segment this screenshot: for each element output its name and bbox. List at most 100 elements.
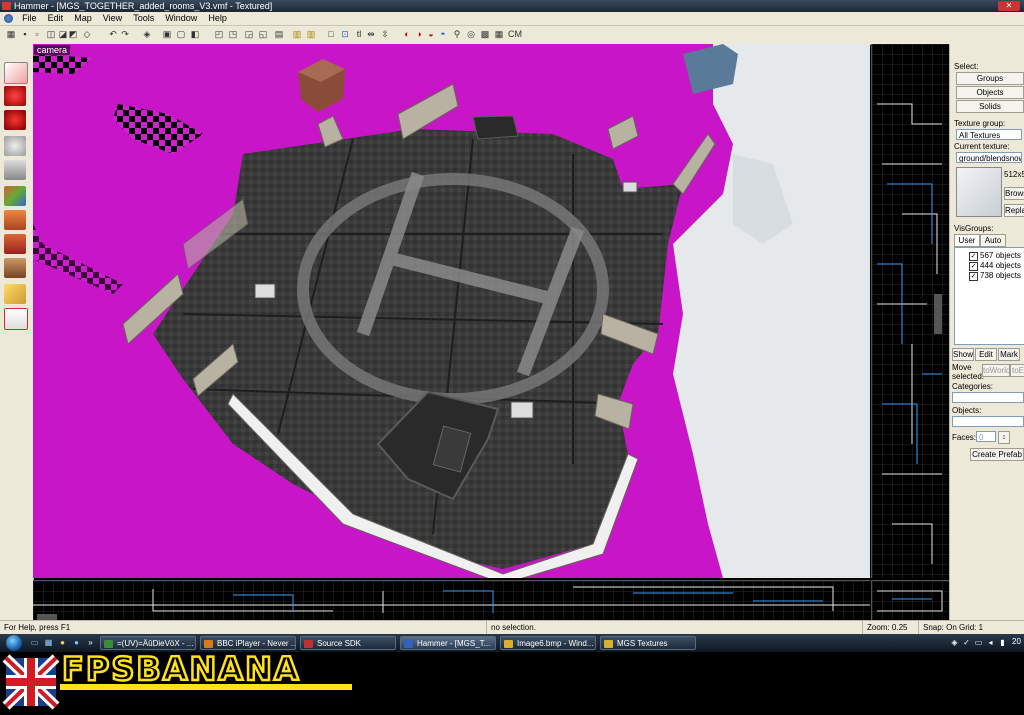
apply-current-texture-icon[interactable]: [4, 210, 26, 230]
clipping-tool-icon[interactable]: [4, 284, 26, 304]
faces-spinner[interactable]: ↕: [998, 431, 1010, 444]
texture-lock-icon[interactable]: ▥: [292, 29, 302, 39]
show-desktop-icon[interactable]: ▭: [30, 638, 39, 647]
select-solids-button[interactable]: Solids: [956, 100, 1024, 113]
decal-tool-icon[interactable]: [4, 234, 26, 254]
hide-selected-icon[interactable]: ◐: [402, 29, 412, 39]
taskbar-item[interactable]: =(UV)=ÄûDieVöX - ...: [100, 636, 196, 650]
group-icon[interactable]: ▣: [162, 29, 172, 39]
visgroups-tab-user[interactable]: User: [954, 234, 980, 247]
menu-edit[interactable]: Edit: [44, 12, 68, 25]
menu-file[interactable]: File: [18, 12, 41, 25]
tray-security-icon[interactable]: ✓: [962, 638, 971, 647]
select-by-handles-icon[interactable]: ⊡: [340, 29, 350, 39]
taskbar-item[interactable]: MGS Textures: [600, 636, 696, 650]
current-texture-select[interactable]: ground/blendsnow_a: [956, 152, 1022, 163]
redo-icon[interactable]: ↷: [120, 29, 130, 39]
flip-horizontal-icon[interactable]: ⇹: [366, 29, 376, 39]
menu-map[interactable]: Map: [70, 12, 96, 25]
2d-side-viewport[interactable]: [871, 580, 950, 621]
start-button[interactable]: [6, 635, 22, 651]
tie-to-entity-icon[interactable]: ◧: [190, 29, 200, 39]
visgroups-tab-auto[interactable]: Auto: [980, 234, 1006, 247]
checkbox-icon[interactable]: ✓: [969, 262, 978, 271]
checkbox-icon[interactable]: ✓: [969, 272, 978, 281]
to-entity-button[interactable]: toE: [1010, 364, 1024, 377]
entity-report-icon[interactable]: ⚲: [452, 29, 462, 39]
browser-quicklaunch-icon[interactable]: ●: [58, 638, 67, 647]
3d-grid-icon[interactable]: ◫: [46, 29, 56, 39]
tray-monitor-icon[interactable]: ▭: [974, 638, 983, 647]
visgroup-mark-button[interactable]: Mark: [998, 348, 1020, 361]
camera-tool-icon[interactable]: [4, 110, 26, 130]
close-window-button[interactable]: ✕: [998, 1, 1020, 11]
grid-icon[interactable]: ▦: [6, 29, 16, 39]
entity-tool-icon[interactable]: [4, 136, 26, 156]
2d-front-viewport[interactable]: [33, 580, 870, 621]
categories-select[interactable]: [952, 392, 1024, 403]
paste-icon[interactable]: ◲: [244, 29, 254, 39]
messenger-quicklaunch-icon[interactable]: ●: [72, 638, 81, 647]
text-icon[interactable]: tl: [354, 29, 364, 39]
paste-special-icon[interactable]: ◱: [258, 29, 268, 39]
select-groups-button[interactable]: Groups: [956, 72, 1024, 85]
faces-input[interactable]: 0: [976, 431, 996, 442]
texture-group-select[interactable]: All Textures: [956, 129, 1022, 140]
2d-top-viewport[interactable]: [871, 44, 950, 578]
menu-help[interactable]: Help: [204, 12, 231, 25]
cut-icon[interactable]: ◰: [214, 29, 224, 39]
texture-scale-lock-icon[interactable]: ▥: [306, 29, 316, 39]
selection-box-icon[interactable]: □: [326, 29, 336, 39]
3d-camera-viewport[interactable]: camera: [33, 44, 870, 578]
visgroup-edit-button[interactable]: Edit: [975, 348, 997, 361]
checkbox-icon[interactable]: ✓: [969, 252, 978, 261]
tray-clock[interactable]: 20: [1012, 637, 1021, 646]
menu-view[interactable]: View: [99, 12, 126, 25]
menu-window[interactable]: Window: [161, 12, 201, 25]
carve-icon[interactable]: ◈: [142, 29, 152, 39]
block-tool-icon[interactable]: [4, 160, 26, 180]
lighting-icon[interactable]: ▦: [494, 29, 504, 39]
objects-select[interactable]: [952, 416, 1024, 427]
copy-icon[interactable]: ◳: [228, 29, 238, 39]
compile-icon[interactable]: ◎: [466, 29, 476, 39]
texture-application-icon[interactable]: [4, 186, 26, 206]
browse-button[interactable]: Browse: [1004, 187, 1024, 200]
vertical-scrollbar[interactable]: [934, 294, 942, 334]
model-icon[interactable]: ▩: [480, 29, 490, 39]
taskbar-item[interactable]: Source SDK: [300, 636, 396, 650]
quicklaunch-expand-icon[interactable]: »: [86, 638, 95, 647]
ungroup-icon[interactable]: ▢: [176, 29, 186, 39]
hide-unselected-icon[interactable]: ◑: [414, 29, 424, 39]
3d-grid-larger-icon[interactable]: ◩: [68, 29, 78, 39]
taskbar-item[interactable]: Image6.bmp - Wind...: [500, 636, 596, 650]
switch-windows-icon[interactable]: ▦: [44, 638, 53, 647]
visgroup-item[interactable]: ✓ 738 objects: [969, 271, 1021, 281]
3d-grid-smaller-icon[interactable]: ◪: [58, 29, 68, 39]
tray-volume-icon[interactable]: ◂: [986, 638, 995, 647]
tray-power-icon[interactable]: ▮: [998, 638, 1007, 647]
to-world-button[interactable]: toWorld: [982, 364, 1010, 377]
menu-tools[interactable]: Tools: [129, 12, 158, 25]
vertex-tool-icon[interactable]: [4, 308, 28, 330]
undo-icon[interactable]: ↶: [108, 29, 118, 39]
magnify-tool-icon[interactable]: [4, 86, 26, 106]
snap-icon[interactable]: ◇: [82, 29, 92, 39]
delete-icon[interactable]: ▤: [274, 29, 284, 39]
flip-vertical-icon[interactable]: ⇳: [380, 29, 390, 39]
visgroup-show-button[interactable]: Show: [952, 348, 974, 361]
overlay-tool-icon[interactable]: [4, 258, 26, 278]
visgroup-item[interactable]: ✓ 444 objects: [969, 261, 1021, 271]
grid-smaller-icon[interactable]: ▪: [20, 29, 30, 39]
visgroup-item[interactable]: ✓ 567 objects: [969, 251, 1021, 261]
taskbar-item-active[interactable]: Hammer - [MGS_T...: [400, 636, 496, 650]
tray-network-icon[interactable]: ◈: [950, 638, 959, 647]
selection-tool-icon[interactable]: [4, 62, 28, 84]
show-all-icon[interactable]: ◒: [426, 29, 436, 39]
cordon-icon[interactable]: ◓: [438, 29, 448, 39]
create-prefab-button[interactable]: Create Prefab: [970, 448, 1024, 461]
cm-icon[interactable]: CM: [508, 29, 522, 39]
taskbar-item[interactable]: BBC iPlayer - Never ...: [200, 636, 296, 650]
select-objects-button[interactable]: Objects: [956, 86, 1024, 99]
replace-button[interactable]: Replace: [1004, 204, 1024, 217]
